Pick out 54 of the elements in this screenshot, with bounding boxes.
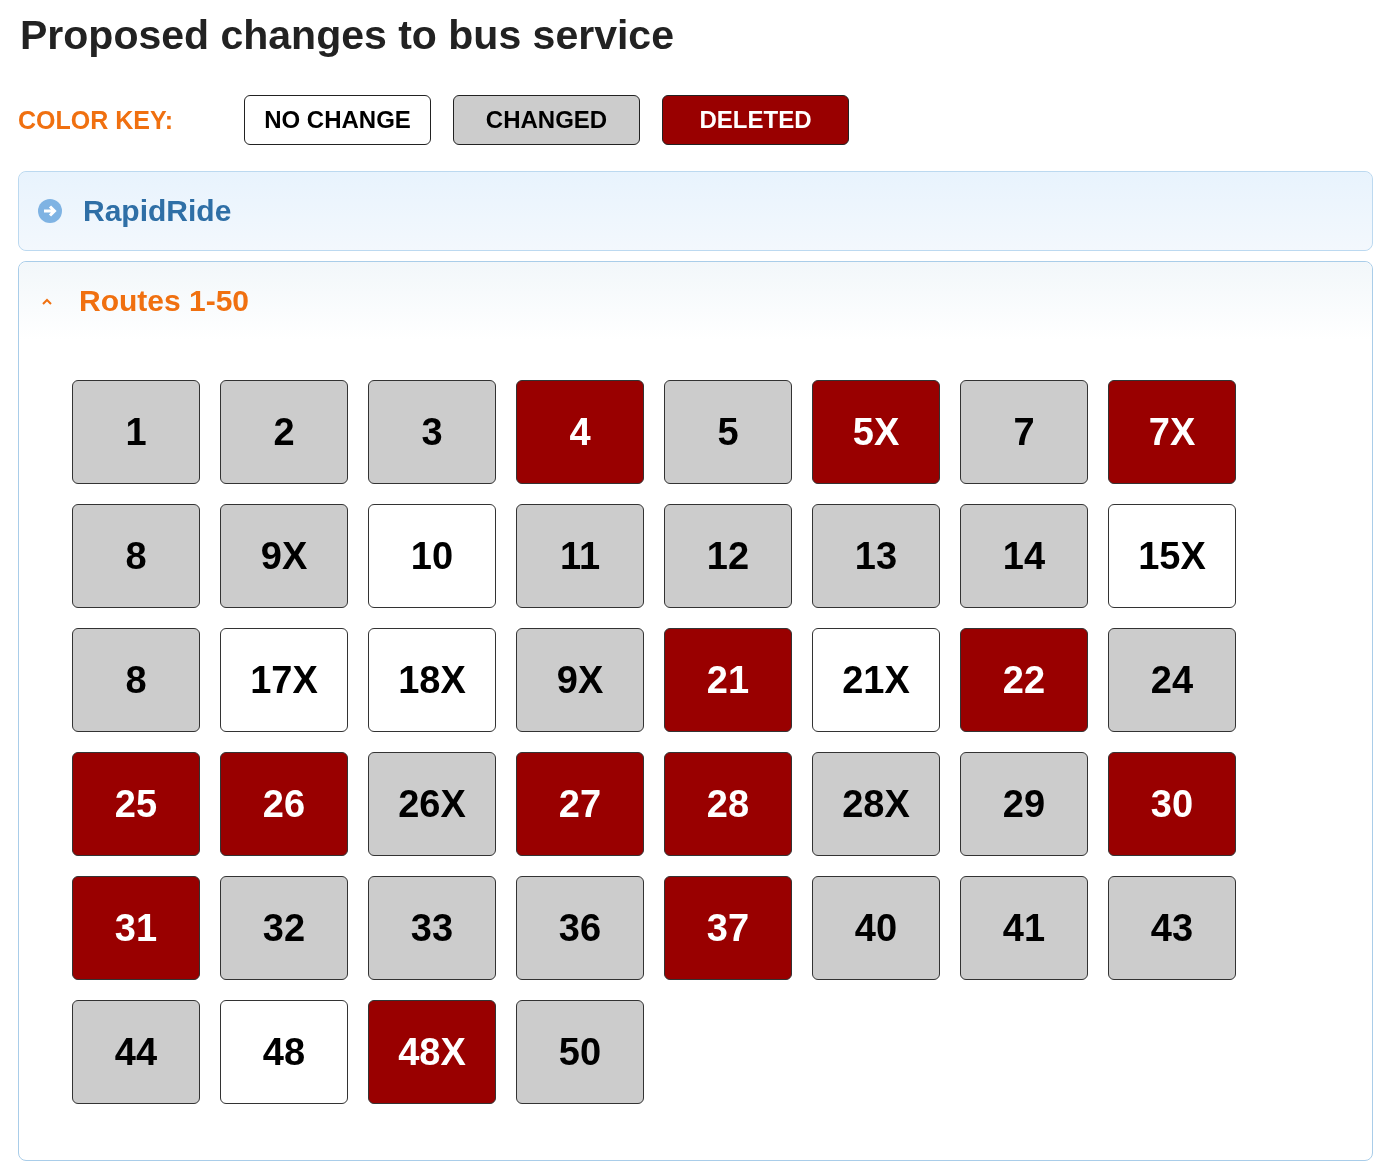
route-tile[interactable]: 11 bbox=[516, 504, 644, 608]
route-tile[interactable]: 13 bbox=[812, 504, 940, 608]
route-tile[interactable]: 15X bbox=[1108, 504, 1236, 608]
route-tile[interactable]: 28 bbox=[664, 752, 792, 856]
color-key-badge: CHANGED bbox=[453, 95, 640, 145]
panel-header[interactable]: RapidRide bbox=[19, 172, 1372, 250]
route-tile[interactable]: 37 bbox=[664, 876, 792, 980]
route-tile[interactable]: 26X bbox=[368, 752, 496, 856]
route-tile[interactable]: 9X bbox=[516, 628, 644, 732]
arrow-circle-icon bbox=[37, 198, 63, 224]
route-tile[interactable]: 25 bbox=[72, 752, 200, 856]
panel-title: RapidRide bbox=[83, 194, 232, 228]
route-tile[interactable]: 27 bbox=[516, 752, 644, 856]
route-tile[interactable]: 50 bbox=[516, 1000, 644, 1104]
color-key-label: COLOR KEY: bbox=[18, 105, 175, 135]
route-tile[interactable]: 10 bbox=[368, 504, 496, 608]
route-tile[interactable]: 18X bbox=[368, 628, 496, 732]
route-tile[interactable]: 7X bbox=[1108, 380, 1236, 484]
route-tile[interactable]: 26 bbox=[220, 752, 348, 856]
route-tile[interactable]: 21X bbox=[812, 628, 940, 732]
route-tile[interactable]: 24 bbox=[1108, 628, 1236, 732]
caret-icon bbox=[41, 297, 53, 305]
panel-title: Routes 1-50 bbox=[79, 284, 250, 318]
route-tile[interactable]: 7 bbox=[960, 380, 1088, 484]
route-tile[interactable]: 48X bbox=[368, 1000, 496, 1104]
route-tile[interactable]: 44 bbox=[72, 1000, 200, 1104]
color-key-badge: DELETED bbox=[662, 95, 849, 145]
route-tile[interactable]: 30 bbox=[1108, 752, 1236, 856]
route-tile[interactable]: 8 bbox=[72, 504, 200, 608]
route-tile[interactable]: 12 bbox=[664, 504, 792, 608]
route-tile[interactable]: 14 bbox=[960, 504, 1088, 608]
route-tile[interactable]: 41 bbox=[960, 876, 1088, 980]
route-tile[interactable]: 3 bbox=[368, 380, 496, 484]
route-tile[interactable]: 17X bbox=[220, 628, 348, 732]
route-tile[interactable]: 21 bbox=[664, 628, 792, 732]
route-tile[interactable]: 33 bbox=[368, 876, 496, 980]
route-tile[interactable]: 5X bbox=[812, 380, 940, 484]
route-tile[interactable]: 36 bbox=[516, 876, 644, 980]
route-tile[interactable]: 28X bbox=[812, 752, 940, 856]
route-tile[interactable]: 22 bbox=[960, 628, 1088, 732]
color-key-badge: NO CHANGE bbox=[244, 95, 431, 145]
route-tile[interactable]: 9X bbox=[220, 504, 348, 608]
route-tile[interactable]: 1 bbox=[72, 380, 200, 484]
route-tile[interactable]: 32 bbox=[220, 876, 348, 980]
page-title: Proposed changes to bus service bbox=[20, 12, 675, 59]
route-tile[interactable]: 2 bbox=[220, 380, 348, 484]
route-tile[interactable]: 48 bbox=[220, 1000, 348, 1104]
route-tile[interactable]: 29 bbox=[960, 752, 1088, 856]
route-tile[interactable]: 40 bbox=[812, 876, 940, 980]
route-tile[interactable]: 43 bbox=[1108, 876, 1236, 980]
route-tile[interactable]: 4 bbox=[516, 380, 644, 484]
route-tile[interactable]: 8 bbox=[72, 628, 200, 732]
route-tile[interactable]: 5 bbox=[664, 380, 792, 484]
route-tile[interactable]: 31 bbox=[72, 876, 200, 980]
